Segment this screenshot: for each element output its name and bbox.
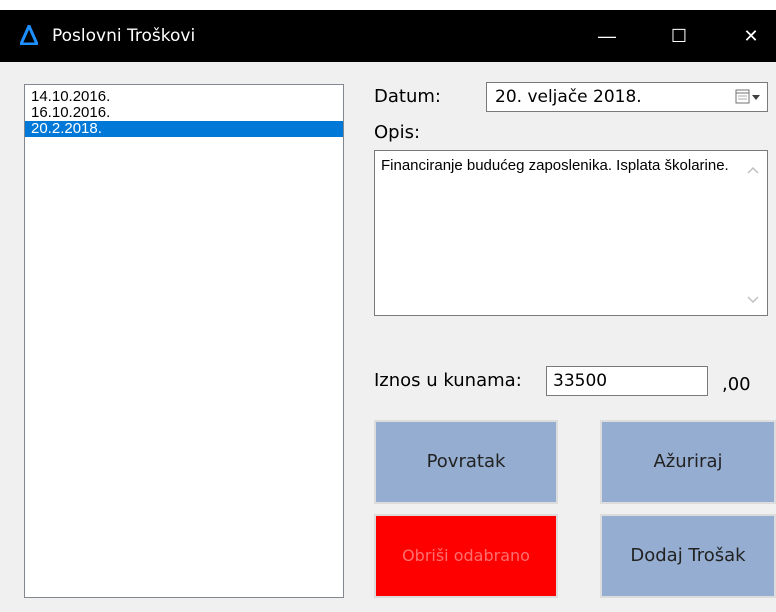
add-expense-button[interactable]: Dodaj Trošak [600,514,776,598]
app-delta-icon [20,25,38,45]
maximize-button[interactable]: ☐ [656,10,702,62]
back-button[interactable]: Povratak [374,420,558,504]
list-item-selected[interactable]: 20.2.2018. [25,121,343,137]
list-item[interactable]: 16.10.2016. [25,105,343,121]
description-label: Opis: [374,122,421,143]
title-bar: Poslovni Troškovi — ☐ ✕ [0,0,776,62]
expense-date-list[interactable]: 14.10.2016. 16.10.2016. 20.2.2018. [24,84,344,598]
scroll-down-arrow-icon[interactable] [747,295,759,305]
list-item[interactable]: 14.10.2016. [25,89,343,105]
amount-input[interactable]: 33500 [546,366,708,396]
amount-label: Iznos u kunama: [374,370,522,391]
date-picker[interactable]: 20. veljače 2018. [486,82,768,112]
date-value: 20. veljače 2018. [495,87,642,107]
minimize-button[interactable]: — [584,10,630,62]
amount-decimal-suffix: ,00 [722,374,751,395]
update-button[interactable]: Ažuriraj [600,420,776,504]
description-text: Financiranje budućeg zaposlenika. Isplat… [381,157,729,174]
scroll-up-arrow-icon[interactable] [747,165,759,175]
description-textarea[interactable]: Financiranje budućeg zaposlenika. Isplat… [374,150,768,316]
calendar-dropdown-icon[interactable] [735,89,761,105]
date-label: Datum: [374,86,441,107]
window-title: Poslovni Troškovi [52,26,196,46]
close-button[interactable]: ✕ [728,10,774,62]
delete-selected-button[interactable]: Obriši odabrano [374,514,558,598]
